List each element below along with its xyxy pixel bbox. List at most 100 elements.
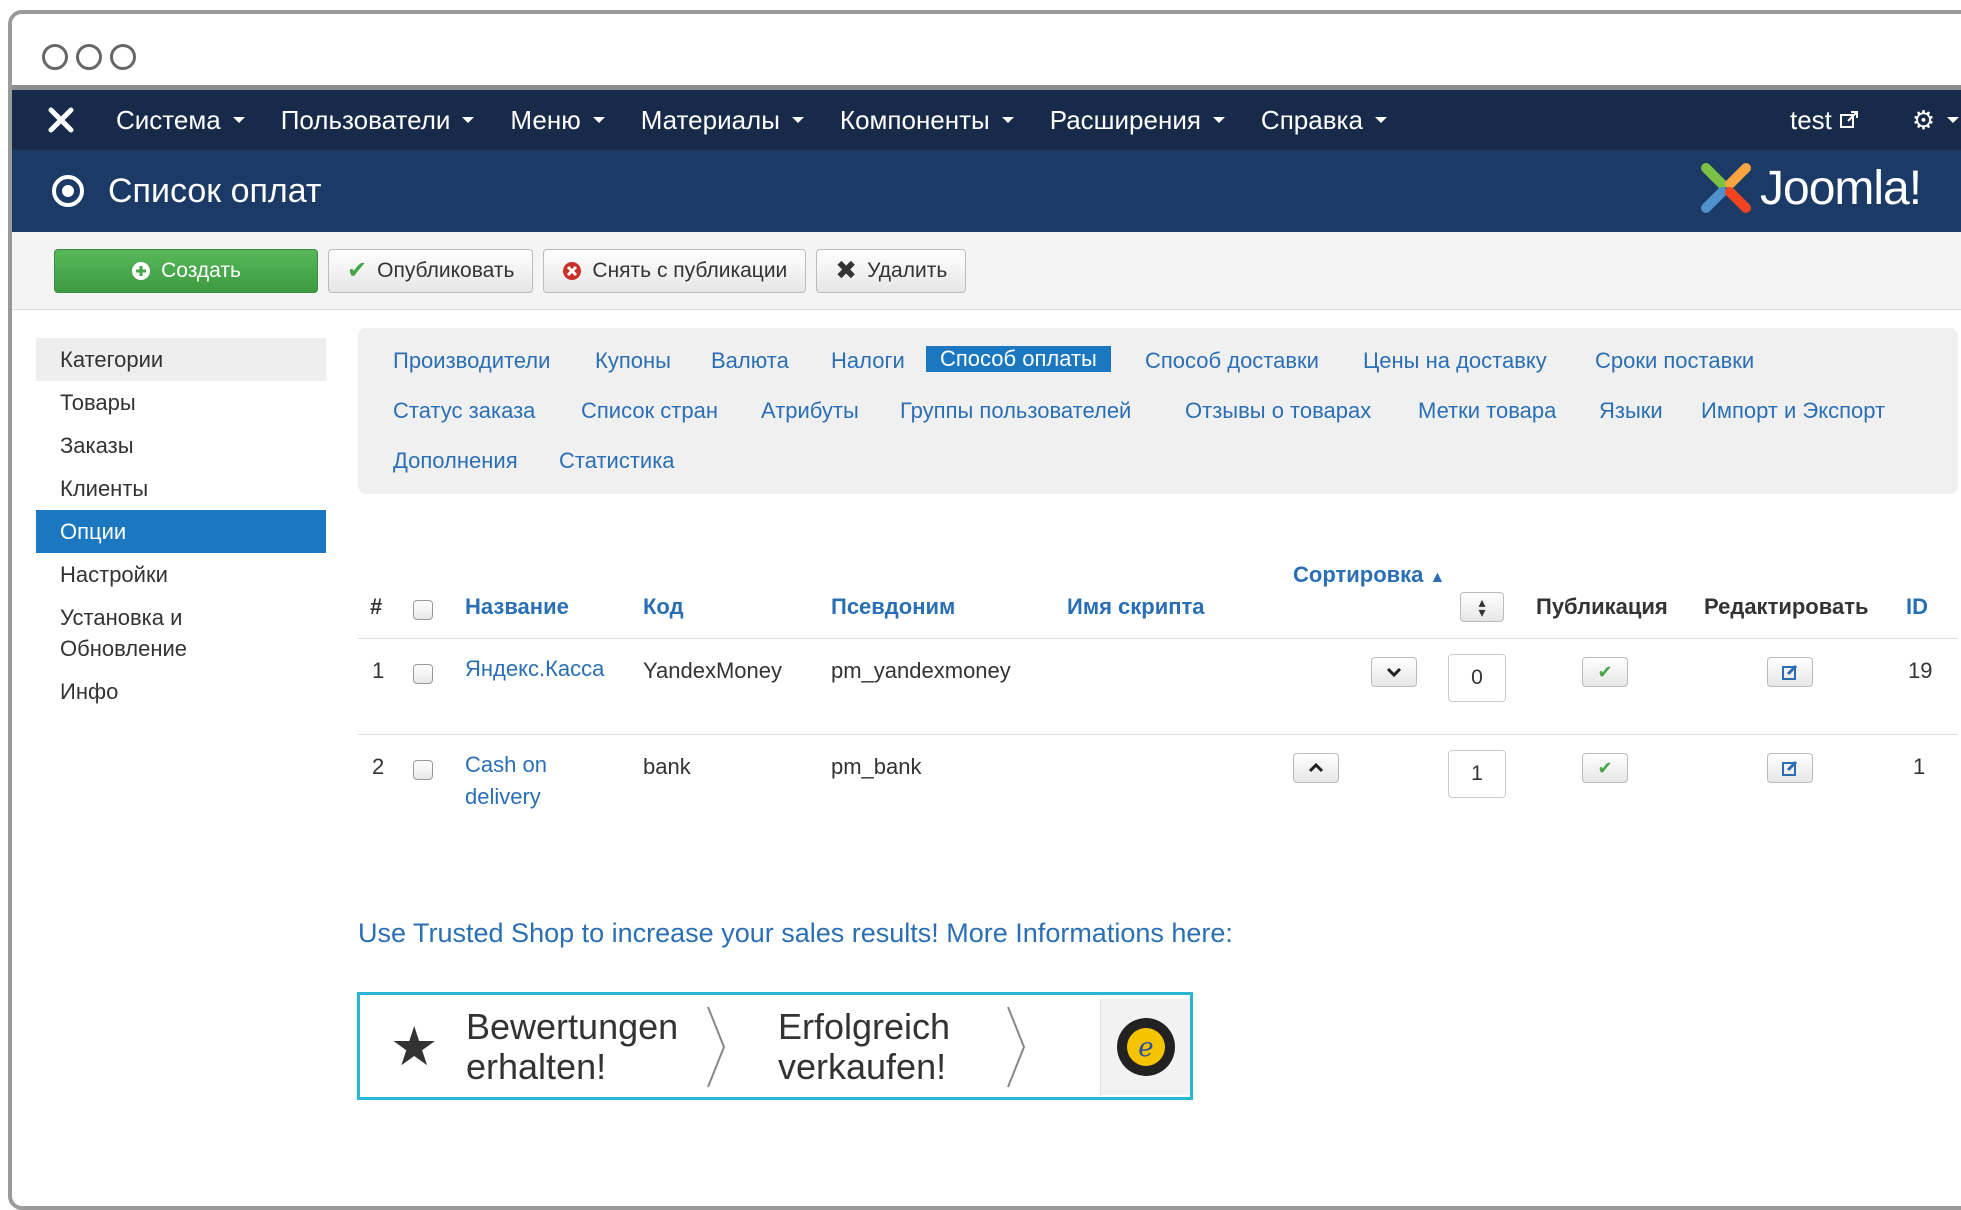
column-sort-order[interactable]: Сортировка ▲ [1293, 562, 1445, 588]
tab-delivery-times[interactable]: Сроки поставки [1595, 348, 1754, 374]
chevron-down-icon [1386, 667, 1402, 678]
maximize-window-icon[interactable] [110, 44, 136, 70]
user-settings-menu[interactable]: ⚙ [1911, 104, 1960, 136]
tab-manufacturers[interactable]: Производители [393, 348, 550, 374]
row-code: YandexMoney [643, 658, 783, 683]
sidebar-item-products[interactable]: Товары [36, 381, 326, 424]
column-publish: Публикация [1536, 594, 1668, 619]
tab-taxes[interactable]: Налоги [831, 348, 905, 374]
admin-navbar: Система Пользователи Меню Материалы Комп… [12, 90, 1961, 150]
options-tabs-panel: Производители Купоны Валюта Налоги Спосо… [358, 328, 1958, 494]
row-id: 19 [1908, 658, 1933, 683]
column-alias-sort[interactable]: Псевдоним [831, 594, 955, 620]
column-script-sort[interactable]: Имя скрипта [1067, 594, 1205, 620]
sidebar-item-clients[interactable]: Клиенты [36, 467, 326, 510]
site-preview-link[interactable]: test [1790, 105, 1858, 136]
nav-menu-components[interactable]: Компоненты [840, 105, 1014, 136]
chevron-right-icon [707, 1006, 726, 1088]
nav-menu-users[interactable]: Пользователи [281, 105, 475, 136]
caret-down-icon [592, 117, 605, 123]
banner-right-text: Erfolgreich verkaufen! [778, 1006, 951, 1087]
page-header: Список оплат Joomla! [12, 150, 1961, 232]
tab-user-groups[interactable]: Группы пользователей [900, 398, 1131, 424]
gear-icon: ⚙ [1911, 104, 1936, 135]
nav-menu-system[interactable]: Система [116, 105, 245, 136]
publish-button[interactable]: ✔ Опубликовать [328, 248, 534, 293]
unpublish-button[interactable]: Снять с публикации [543, 248, 807, 293]
tab-coupons[interactable]: Купоны [595, 348, 671, 374]
nav-menu-label: Пользователи [280, 104, 451, 135]
create-button[interactable]: Создать [54, 248, 318, 293]
sidebar-item-settings[interactable]: Настройки [36, 553, 326, 596]
tab-currency[interactable]: Валюта [711, 348, 789, 374]
external-link-icon [1839, 111, 1858, 128]
nav-menu-content[interactable]: Материалы [641, 105, 804, 136]
edit-row-button[interactable] [1767, 753, 1813, 783]
published-toggle[interactable]: ✔ [1582, 657, 1628, 687]
published-toggle[interactable]: ✔ [1582, 753, 1628, 783]
move-up-button[interactable] [1293, 753, 1339, 783]
caret-down-icon [1212, 117, 1225, 123]
close-icon: ✖ [835, 255, 858, 285]
row-number: 2 [372, 754, 385, 779]
tab-import-export[interactable]: Импорт и Экспорт [1701, 398, 1885, 424]
joomla-logo-icon[interactable] [48, 107, 88, 133]
check-icon: ✔ [1597, 757, 1613, 778]
joomla-wordmark: Joomla! [1760, 161, 1922, 215]
nav-menu-help[interactable]: Справка [1261, 105, 1387, 136]
sidebar-item-install-update[interactable]: Установка и Обновление [36, 596, 266, 670]
column-number: # [370, 594, 383, 619]
check-icon: ✔ [347, 257, 368, 284]
minimize-window-icon[interactable] [76, 44, 102, 70]
column-id-sort[interactable]: ID [1906, 594, 1928, 620]
row-checkbox[interactable] [413, 664, 433, 684]
move-down-button[interactable] [1371, 657, 1417, 687]
site-name: test [1790, 104, 1832, 135]
nav-right-group: test ⚙ [1790, 90, 1960, 150]
tab-shipping-prices[interactable]: Цены на доставку [1363, 348, 1547, 374]
tab-shipping-methods[interactable]: Способ доставки [1145, 348, 1319, 374]
row-checkbox[interactable] [413, 760, 433, 780]
row-name-link[interactable]: Cash on delivery [465, 749, 575, 813]
tab-statistics[interactable]: Статистика [559, 448, 675, 474]
delete-button[interactable]: ✖ Удалить [816, 248, 967, 293]
tab-country-list[interactable]: Список стран [581, 398, 718, 424]
svg-text:e: e [1138, 1033, 1153, 1063]
tab-payment-methods[interactable]: Способ оплаты [926, 346, 1111, 372]
ordering-input[interactable]: 1 [1448, 750, 1506, 798]
sidebar-item-options[interactable]: Опции [36, 510, 326, 553]
sidebar-item-orders[interactable]: Заказы [36, 424, 326, 467]
publish-button-label: Опубликовать [377, 258, 515, 282]
ordering-input[interactable]: 0 [1448, 654, 1506, 702]
nav-menu-menus[interactable]: Меню [510, 105, 605, 136]
tab-languages[interactable]: Языки [1599, 398, 1663, 424]
window-titlebar [12, 14, 1961, 90]
save-order-button[interactable]: ▴ ▾ [1460, 592, 1504, 622]
sidebar-item-info[interactable]: Инфо [36, 670, 326, 713]
tab-order-status[interactable]: Статус заказа [393, 398, 535, 424]
tab-product-reviews[interactable]: Отзывы о товарах [1185, 398, 1371, 424]
caret-down-icon [462, 117, 475, 123]
plus-circle-icon [132, 261, 151, 280]
caret-up-icon: ▲ [1429, 569, 1446, 586]
nav-menu-label: Расширения [1049, 104, 1201, 135]
edit-row-button[interactable] [1767, 657, 1813, 687]
column-code-sort[interactable]: Код [643, 594, 684, 620]
chevron-up-icon [1308, 762, 1324, 773]
nav-menu-extensions[interactable]: Расширения [1050, 105, 1225, 136]
tab-product-labels[interactable]: Метки товара [1418, 398, 1556, 424]
close-window-icon[interactable] [42, 44, 68, 70]
row-name-link[interactable]: Яндекс.Касса [465, 653, 604, 685]
edit-icon [1782, 664, 1798, 680]
caret-down-icon [1374, 117, 1387, 123]
check-icon: ✔ [1597, 661, 1613, 682]
tab-attributes[interactable]: Атрибуты [761, 398, 859, 424]
column-name-sort[interactable]: Название [465, 594, 569, 620]
sidebar-item-categories[interactable]: Категории [36, 338, 326, 381]
select-all-checkbox[interactable] [413, 600, 433, 620]
trusted-shops-link[interactable]: Use Trusted Shop to increase your sales … [358, 918, 1233, 949]
tab-addons[interactable]: Дополнения [393, 448, 518, 474]
table-header-divider [358, 638, 1958, 639]
row-number: 1 [372, 658, 385, 683]
trusted-shops-banner[interactable]: ★ Bewertungen erhalten! Erfolgreich verk… [357, 992, 1193, 1100]
